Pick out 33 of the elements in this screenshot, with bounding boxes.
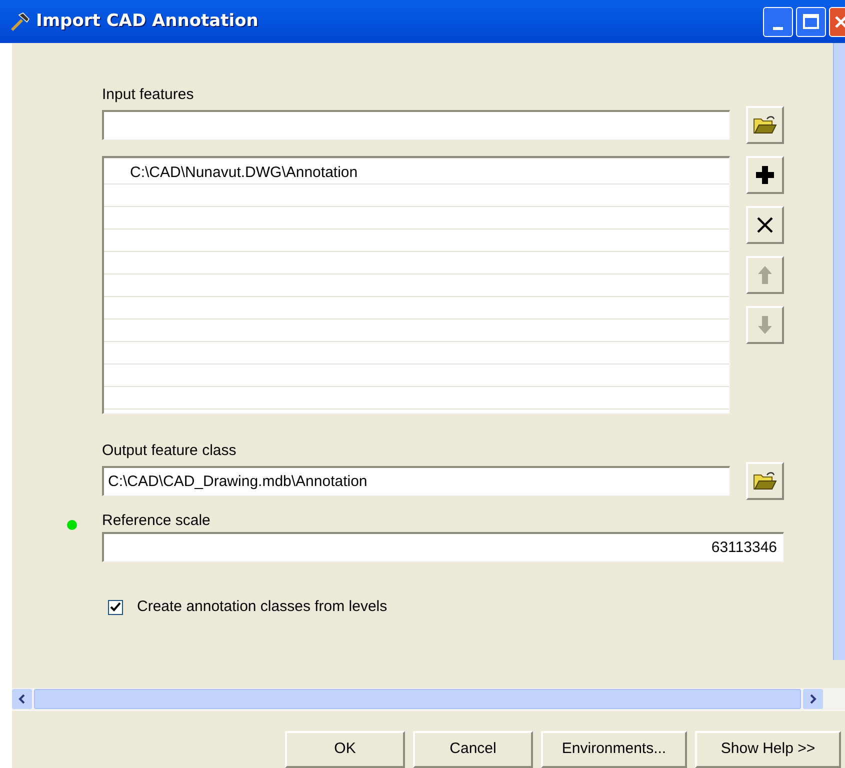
maximize-button[interactable] [796,6,826,36]
close-icon [834,14,845,28]
browse-button[interactable] [746,106,784,144]
close-icon [756,216,774,234]
vertical-scrollbar[interactable] [833,43,845,660]
input-field[interactable] [102,110,730,140]
dialog-button[interactable]: OK [285,731,405,768]
check-icon [110,602,121,613]
remove-button[interactable] [746,206,784,244]
field-label: Input features [102,86,195,104]
add-button[interactable] [746,156,784,194]
list-item[interactable]: C:\CAD\Nunavut.DWG\Annotation [130,162,358,184]
minimize-button[interactable] [763,6,793,36]
window-title: Import CAD Annotation [36,10,258,33]
output-field[interactable]: C:\CAD\CAD_Drawing.mdb\Annotation [102,466,730,496]
hammer-icon [10,12,30,32]
field-label: Output feature class [102,442,238,460]
checkbox[interactable] [108,600,123,615]
open-folder-icon [753,471,777,491]
browse-button[interactable] [746,462,784,500]
arrow-down-icon [757,315,773,335]
checkbox-label: Create annotation classes from levels [137,597,388,617]
field-label: Reference scale [102,512,210,530]
dialog-button[interactable]: Cancel [413,731,533,768]
maximize-icon [803,14,819,29]
plus-icon [755,165,775,185]
horizontal-scrollbar[interactable] [12,688,845,710]
scale-field[interactable]: 63113346 [102,532,784,562]
open-folder-icon [753,115,777,135]
minimize-icon [773,26,783,30]
dialog-button[interactable]: Environments... [541,731,687,768]
arrow-up-icon [757,265,773,285]
dialog-button[interactable]: Show Help >> [695,731,841,768]
